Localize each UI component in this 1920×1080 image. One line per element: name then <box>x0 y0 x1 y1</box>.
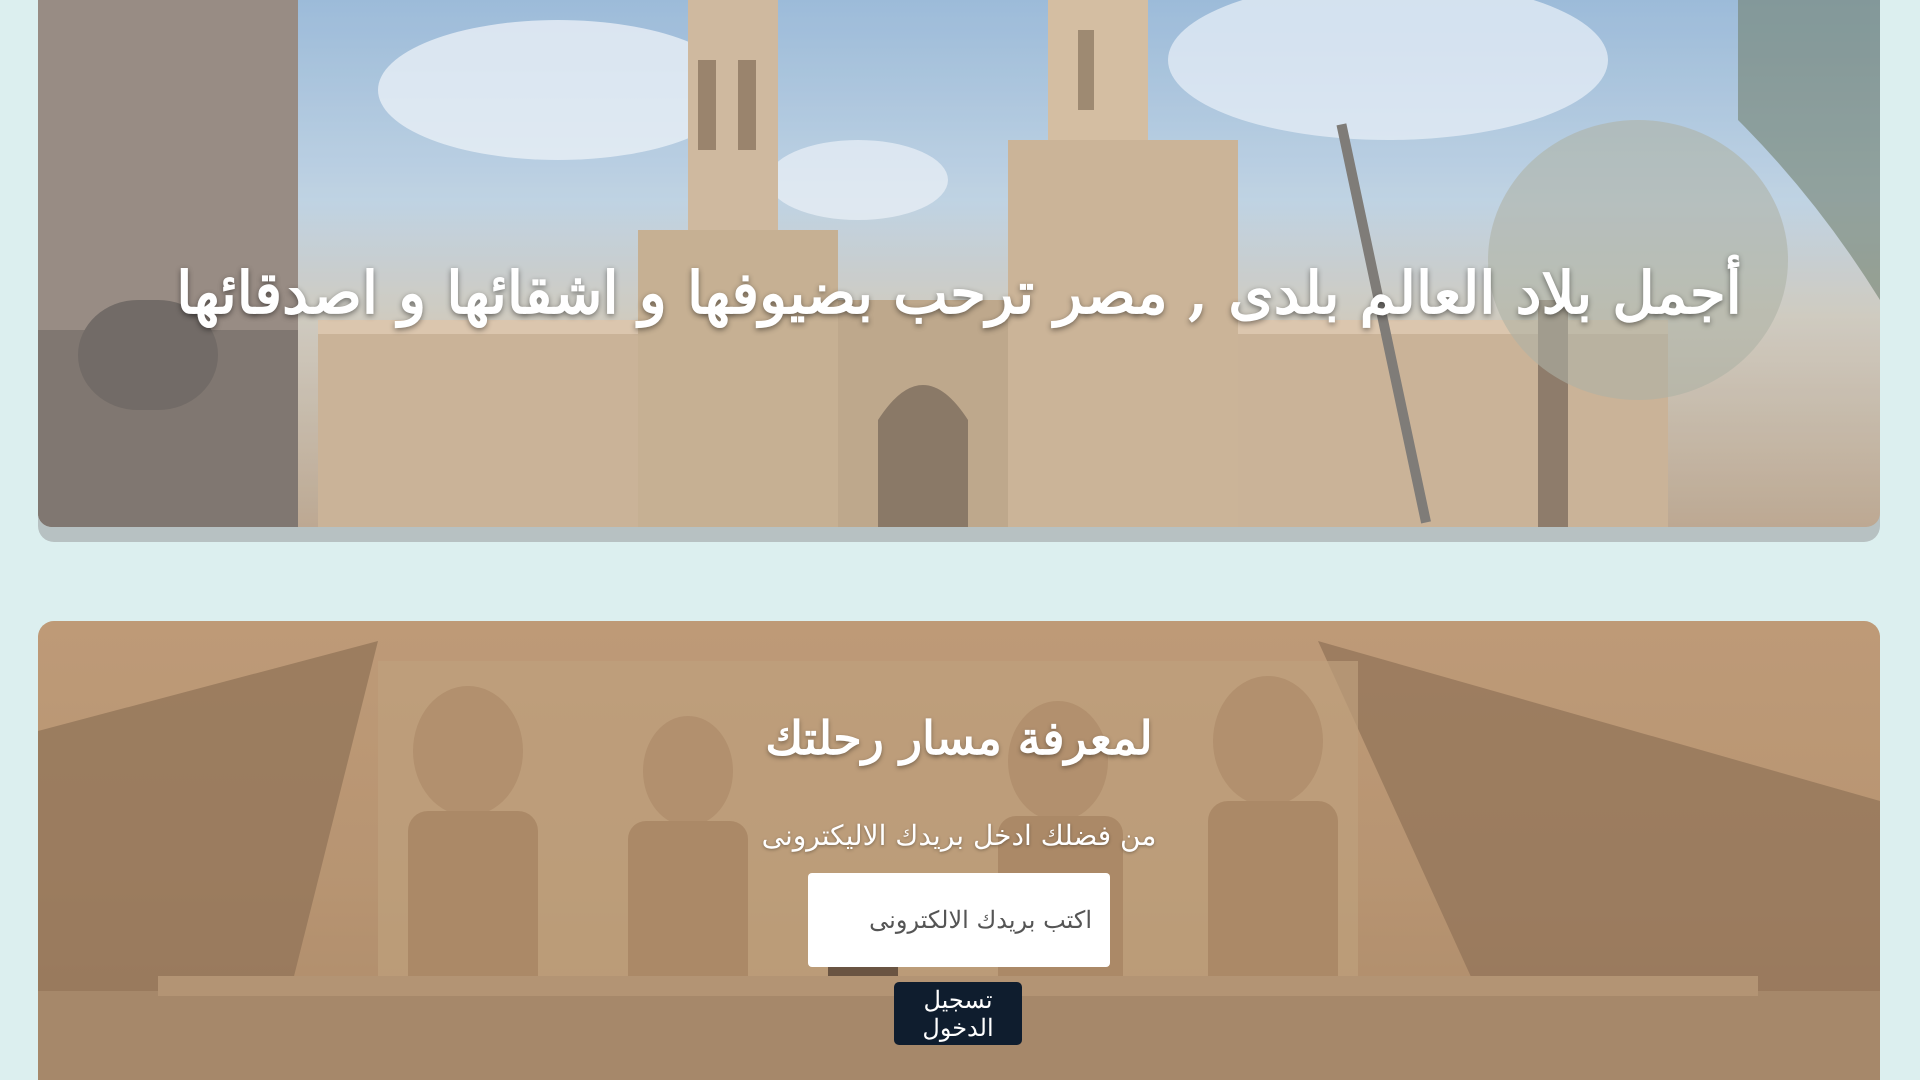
trip-signup-section: لمعرفة مسار رحلتك من فضلك ادخل بريدك الا… <box>38 621 1880 1080</box>
hero-banner: أجمل بلاد العالم بلدى , مصر ترحب بضيوفها… <box>38 0 1880 542</box>
trip-form: لمعرفة مسار رحلتك من فضلك ادخل بريدك الا… <box>38 621 1880 1080</box>
hero-title: أجمل بلاد العالم بلدى , مصر ترحب بضيوفها… <box>176 258 1742 327</box>
login-button[interactable]: تسجيل الدخول <box>894 982 1022 1045</box>
email-input[interactable] <box>808 873 1110 967</box>
trip-title: لمعرفة مسار رحلتك <box>765 711 1153 766</box>
page: أجمل بلاد العالم بلدى , مصر ترحب بضيوفها… <box>0 0 1920 1080</box>
email-instruction-text: من فضلك ادخل بريدك الاليكترونى <box>761 819 1157 852</box>
hero-background-image: أجمل بلاد العالم بلدى , مصر ترحب بضيوفها… <box>38 0 1880 527</box>
